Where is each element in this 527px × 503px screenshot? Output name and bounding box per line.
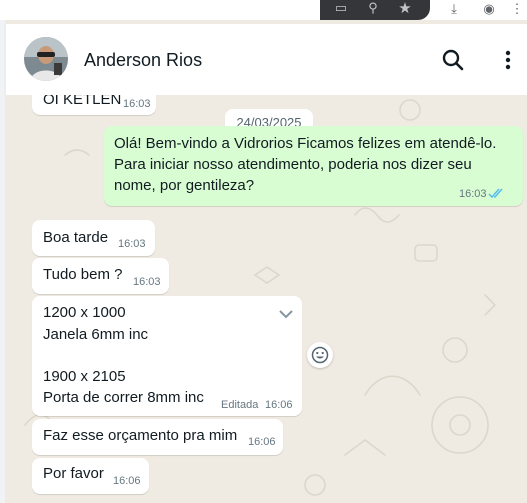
profile-icon[interactable]: ◉ (479, 0, 499, 18)
message-text-line: nome, por gentileza? (114, 177, 255, 194)
zoom-icon[interactable]: ⚲ (364, 0, 382, 16)
avatar[interactable] (24, 37, 68, 81)
message-text: Boa tarde (43, 229, 109, 246)
download-icon[interactable]: ⤓ (444, 0, 464, 18)
message-incoming[interactable]: Tudo bem ? 16:03 (32, 258, 169, 294)
message-time: 16:03 (118, 238, 146, 250)
message-text-line: Janela 6mm inc (43, 326, 149, 343)
message-incoming[interactable]: Boa tarde 16:03 (32, 220, 155, 256)
message-time: 16:03 (133, 276, 161, 288)
message-text-line: Porta de correr 8mm inc (43, 389, 204, 406)
browser-menu-icon[interactable]: ⋮ (507, 0, 527, 18)
message-text-line: Olá! Bem-vindo a Vidrorios Ficamos feliz… (114, 135, 497, 152)
message-incoming[interactable]: OI KETLEN 16:03 (32, 95, 156, 115)
message-text-line: Para iniciar nosso atendimento, poderia … (114, 156, 472, 173)
bookmark-star-icon[interactable]: ★ (396, 0, 414, 17)
message-time: 16:03 (459, 188, 487, 200)
message-incoming[interactable]: 1200 x 1000 Janela 6mm inc 1900 x 2105 P… (32, 296, 302, 416)
message-incoming[interactable]: Por favor 16:06 (32, 458, 149, 494)
menu-icon[interactable] (500, 47, 516, 73)
chat-header: Anderson Rios (5, 24, 527, 95)
message-time: 16:06 (248, 436, 276, 448)
emoji-reaction-button[interactable] (307, 342, 333, 368)
message-incoming[interactable]: Faz esse orçamento pra mim 16:06 (32, 419, 283, 455)
contact-name[interactable]: Anderson Rios (84, 50, 202, 71)
edited-label: Editada (221, 399, 259, 411)
message-outgoing[interactable]: Olá! Bem-vindo a Vidrorios Ficamos feliz… (104, 126, 523, 206)
message-time: 16:03 (123, 98, 151, 110)
read-receipt-icon (488, 188, 503, 199)
browser-toolbar: ▭ ⚲ ★ ⤓ ◉ ⋮ (0, 0, 527, 20)
screen-share-icon[interactable]: ▭ (332, 0, 350, 16)
message-time: 16:06 (265, 399, 293, 411)
chevron-down-icon[interactable] (278, 306, 294, 322)
search-icon[interactable] (440, 47, 466, 73)
message-text: OI KETLEN (43, 95, 122, 108)
message-text: Por favor (43, 465, 104, 482)
message-text-line: 1900 x 2105 (43, 368, 126, 385)
message-text-line: 1200 x 1000 (43, 304, 126, 321)
smiley-icon (311, 346, 329, 364)
message-text: Tudo bem ? (43, 266, 123, 283)
chat-conversation[interactable]: OI KETLEN 16:03 24/03/2025 Olá! Bem-vind… (5, 95, 527, 503)
message-text: Faz esse orçamento pra mim (43, 427, 238, 444)
message-time: 16:06 (113, 475, 141, 487)
browser-extension-area: ▭ ⚲ ★ (320, 0, 430, 20)
